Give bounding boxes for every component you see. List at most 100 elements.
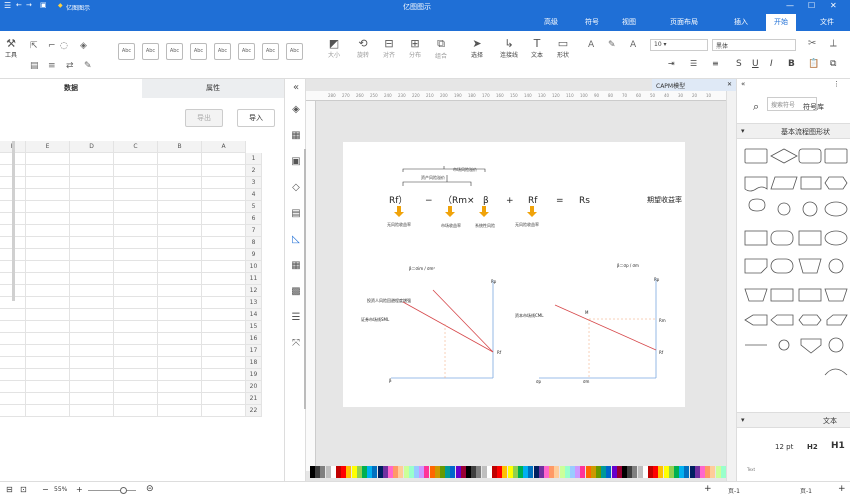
grid-cell[interactable] (26, 189, 70, 201)
grid-cell[interactable] (26, 345, 70, 357)
grid-cell[interactable] (114, 381, 158, 393)
row-header[interactable]: 5 (246, 201, 262, 213)
section-toggle-icon[interactable]: ▾ (741, 127, 745, 135)
column-header[interactable]: D (70, 141, 114, 153)
copy-icon[interactable]: ⧉ (830, 59, 836, 69)
row-header[interactable]: 9 (246, 249, 262, 261)
export-button[interactable]: 导出 (185, 109, 223, 127)
grid-icon[interactable]: ▦ (289, 129, 303, 143)
grid-cell[interactable] (158, 309, 202, 321)
grid-cell[interactable] (202, 249, 246, 261)
fit-page-icon[interactable]: ⊡ (20, 485, 27, 494)
grid-cell[interactable] (202, 237, 246, 249)
grid-cell[interactable] (70, 165, 114, 177)
grid-cell[interactable] (70, 381, 114, 393)
style-chip-2[interactable]: Abc (142, 43, 159, 60)
underline-icon[interactable]: U (752, 59, 759, 69)
connector-icon[interactable]: ⇄ (66, 61, 74, 71)
arrange-button-5[interactable]: ⧉ 组合 (432, 37, 450, 60)
import-button[interactable]: 导入 (237, 109, 275, 127)
shape-tool-button[interactable]: ▭ 形状 (554, 37, 572, 59)
row-header[interactable]: 12 (246, 285, 262, 297)
fill-icon[interactable]: ◌ (60, 41, 68, 51)
grid-cell[interactable] (26, 273, 70, 285)
row-header[interactable]: 1 (246, 153, 262, 165)
grid-cell[interactable] (70, 345, 114, 357)
grid-cell[interactable] (70, 333, 114, 345)
shape-hexagon[interactable] (798, 314, 822, 326)
grid-cell[interactable] (202, 177, 246, 189)
text-style-h2[interactable]: H2 (807, 443, 818, 451)
grid-cell[interactable] (0, 321, 26, 333)
app-menu-icon[interactable]: ☰ (4, 1, 11, 10)
shadow-icon[interactable]: ▤ (30, 61, 39, 71)
grid-cell[interactable] (70, 261, 114, 273)
row-header[interactable]: 19 (246, 369, 262, 381)
grid-cell[interactable] (114, 393, 158, 405)
row-header[interactable]: 16 (246, 333, 262, 345)
grid-cell[interactable] (114, 333, 158, 345)
arrange-button-1[interactable]: ◩ 大小 (325, 37, 343, 59)
grid-cell[interactable] (158, 153, 202, 165)
row-header[interactable]: 14 (246, 309, 262, 321)
grid-cell[interactable] (114, 357, 158, 369)
grid-cell[interactable] (114, 225, 158, 237)
section-toggle-text-icon[interactable]: ▾ (741, 416, 745, 424)
indent-icon[interactable]: ⇥ (668, 59, 675, 68)
minimize-icon[interactable]: — (786, 1, 794, 10)
shape-sub[interactable] (770, 288, 794, 302)
symbol-search-input[interactable]: 搜索符号 (767, 97, 817, 111)
cut-icon[interactable]: ⟂ (830, 38, 837, 49)
shape-offpage[interactable] (744, 314, 768, 326)
grid-cell[interactable] (158, 225, 202, 237)
grid-cell[interactable] (202, 153, 246, 165)
grid-cell[interactable] (70, 393, 114, 405)
text-style-12pt[interactable]: 12 pt (775, 443, 793, 451)
menu-home[interactable]: 开始 (766, 14, 796, 31)
grid-cell[interactable] (158, 237, 202, 249)
shape-offpage-ref[interactable] (800, 338, 822, 354)
row-header[interactable]: 8 (246, 237, 262, 249)
grid-cell[interactable] (202, 333, 246, 345)
grid-cell[interactable] (158, 285, 202, 297)
shape-annotation[interactable] (798, 288, 822, 302)
expand-icon[interactable]: ⤧ (289, 337, 303, 351)
layers-icon[interactable]: ◇ (289, 181, 303, 195)
grid-cell[interactable] (202, 345, 246, 357)
grid-cell[interactable] (0, 345, 26, 357)
shape-actor-head[interactable] (777, 202, 791, 216)
menu-symbols[interactable]: 符号 (585, 17, 599, 27)
shape-document[interactable] (744, 176, 768, 192)
style-chip-1[interactable]: Abc (118, 43, 135, 60)
grid-cell[interactable] (158, 345, 202, 357)
grid-cell[interactable] (114, 297, 158, 309)
grid-cell[interactable] (26, 309, 70, 321)
close-tab-icon[interactable]: ✕ (727, 81, 732, 88)
grid-cell[interactable] (70, 249, 114, 261)
grid-cell[interactable] (26, 285, 70, 297)
grid-cell[interactable] (114, 237, 158, 249)
color-swatch[interactable] (720, 466, 726, 478)
grid-cell[interactable] (158, 357, 202, 369)
grid-cell[interactable] (26, 369, 70, 381)
grid-cell[interactable] (70, 237, 114, 249)
grid-cell[interactable] (202, 201, 246, 213)
shape-process[interactable] (744, 148, 768, 164)
grid-cell[interactable] (202, 357, 246, 369)
grid-cell[interactable] (202, 273, 246, 285)
shape-predefined[interactable] (800, 176, 822, 190)
grid-cell[interactable] (158, 189, 202, 201)
canvas-area[interactable]: CAPM模型 ✕ 10 20 30 40 50 60 70 80 90 100 110 120 130 1… (306, 79, 736, 481)
shape-terminator[interactable] (748, 198, 766, 212)
style-chip-6[interactable]: Abc (238, 43, 255, 60)
grid-cell[interactable] (70, 285, 114, 297)
style-chip-5[interactable]: Abc (214, 43, 231, 60)
grid-cell[interactable] (158, 261, 202, 273)
grid-cell[interactable] (114, 369, 158, 381)
font-color-icon[interactable]: A (588, 40, 594, 50)
column-header[interactable]: E (26, 141, 70, 153)
shape-card[interactable] (744, 258, 768, 274)
row-header[interactable]: 17 (246, 345, 262, 357)
shape-display[interactable] (770, 258, 794, 274)
grid-cell[interactable] (70, 225, 114, 237)
